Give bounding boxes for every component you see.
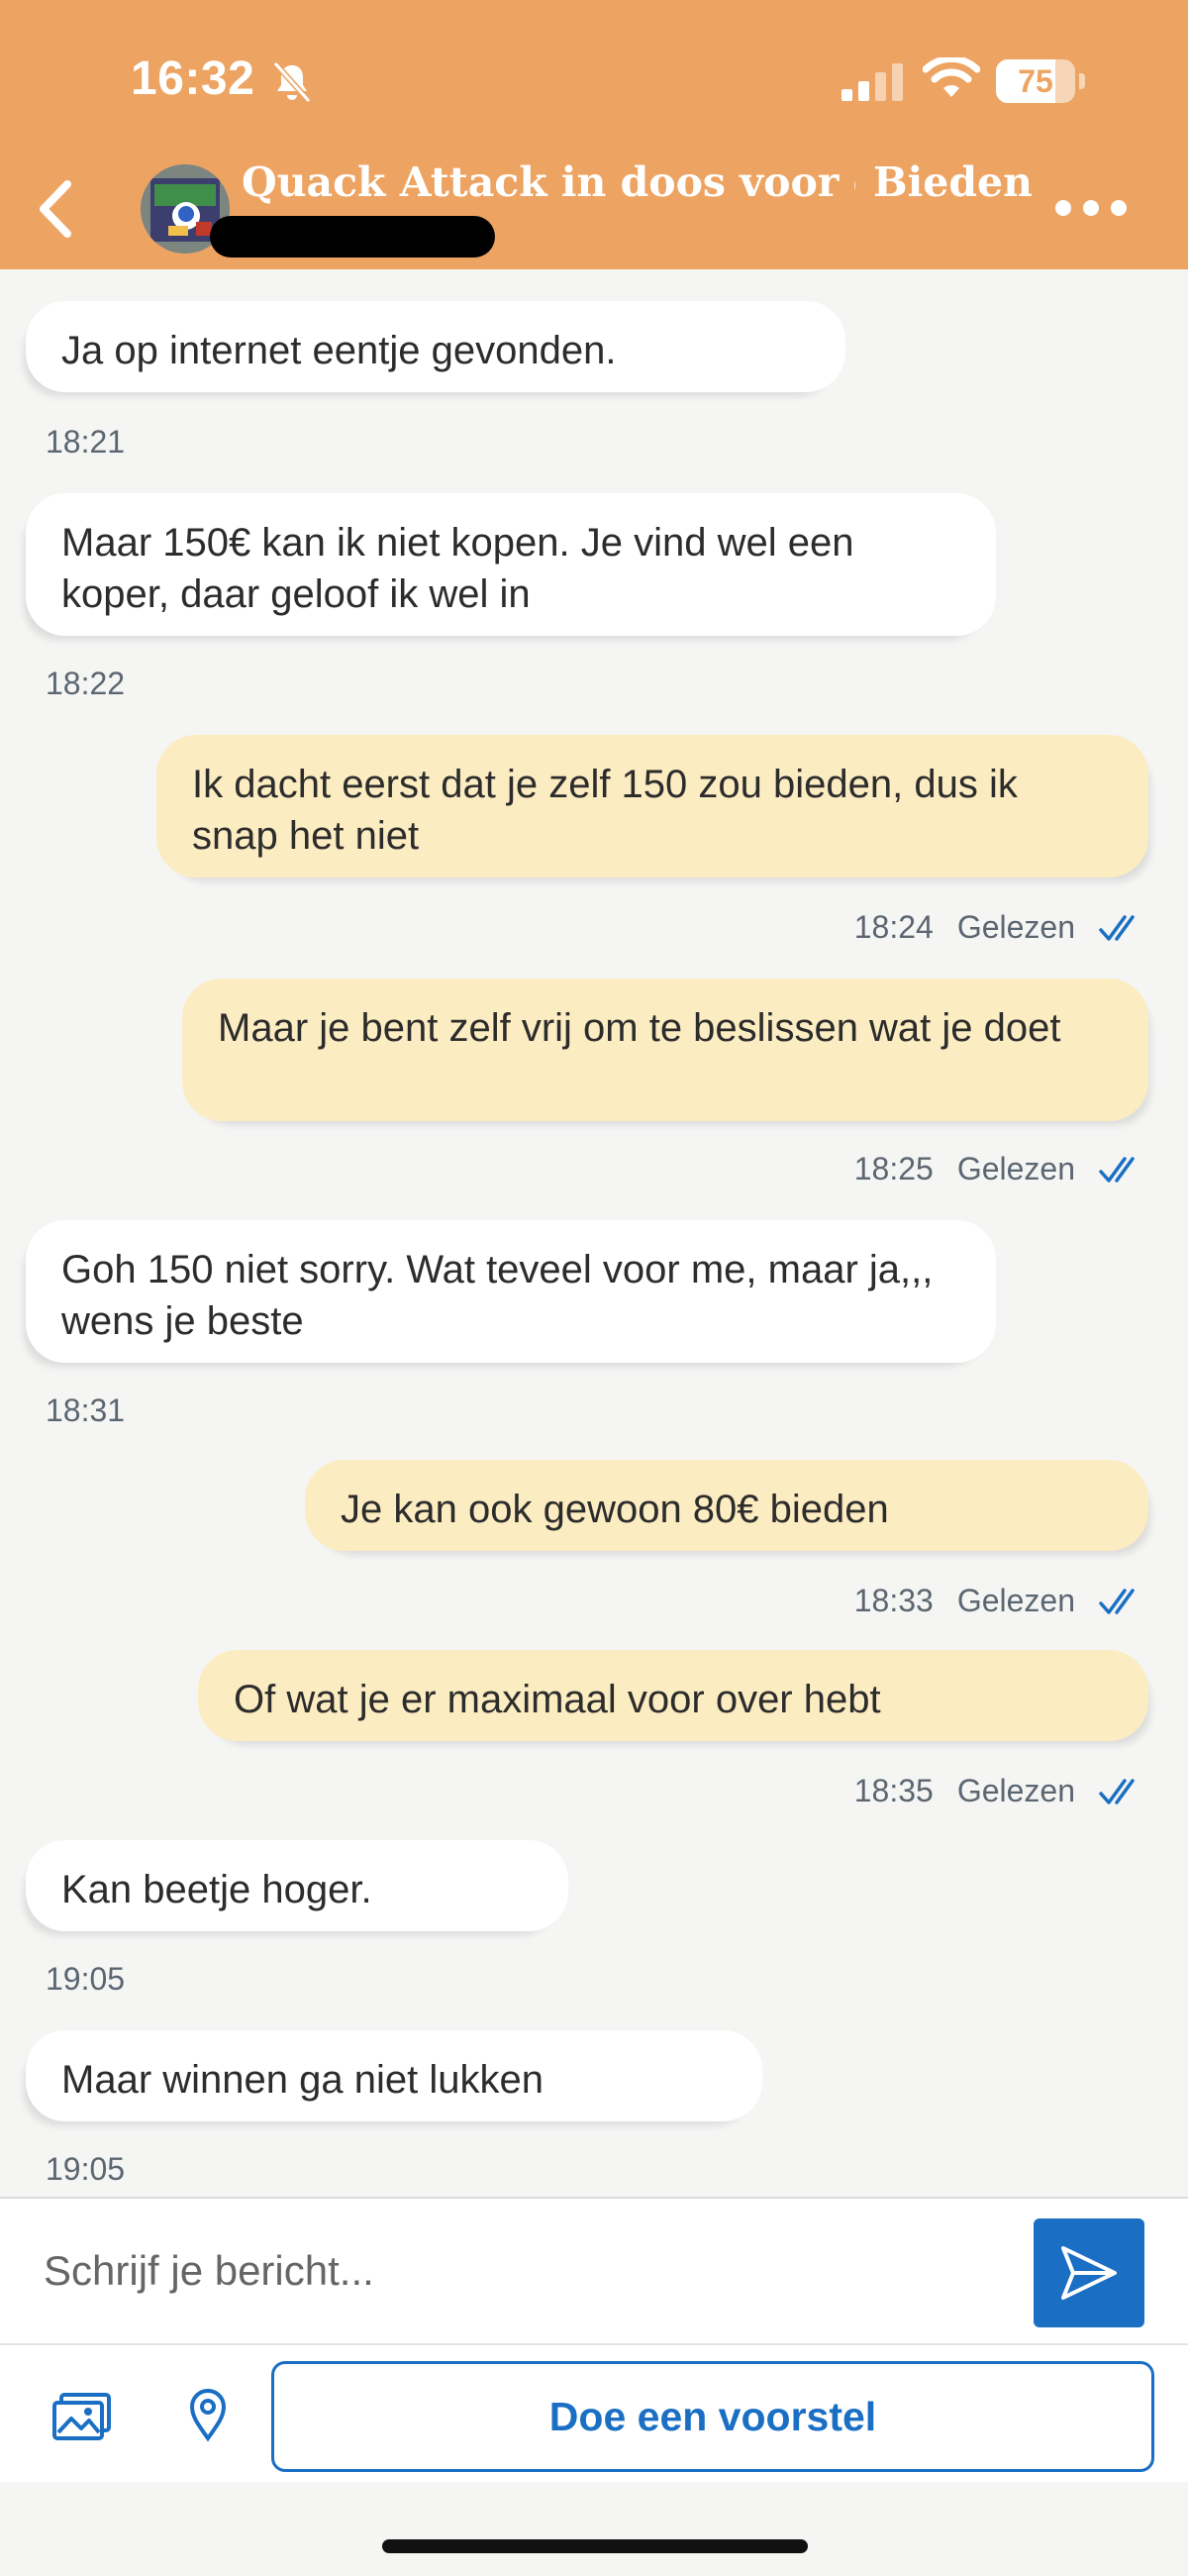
composer-actions: Doe een voorstel — [0, 2343, 1188, 2482]
wifi-icon — [923, 57, 980, 97]
message-time: 18:22 — [46, 666, 126, 701]
message-text: Je kan ook gewoon 80€ bieden — [341, 1488, 889, 1531]
double-check-icon — [1099, 1156, 1135, 1183]
battery-level: 75 — [1018, 63, 1053, 99]
outgoing-message: Maar je bent zelf vrij om te beslissen w… — [182, 979, 1148, 1121]
read-status: Gelezen — [956, 1151, 1075, 1186]
message-time: 18:35 — [853, 1773, 934, 1808]
message-meta: 18:25 Gelezen — [854, 1151, 1142, 1187]
message-text: Kan beetje hoger. — [61, 1868, 372, 1911]
message-composer — [0, 2197, 1188, 2343]
bell-slash-icon — [272, 60, 312, 104]
read-status: Gelezen — [956, 1583, 1075, 1618]
double-check-icon — [1099, 1778, 1135, 1804]
message-meta: 18:33 Gelezen — [854, 1583, 1142, 1619]
incoming-message: Maar winnen ga niet lukken — [26, 2030, 762, 2121]
bid-button[interactable]: Bieden — [873, 158, 1033, 206]
message-text: Maar winnen ga niet lukken — [61, 2058, 544, 2102]
incoming-message: Ja op internet eentje gevonden. — [26, 301, 845, 392]
home-indicator[interactable] — [382, 2539, 808, 2553]
message-text: Of wat je er maximaal voor over hebt — [234, 1678, 881, 1721]
message-meta: 18:35 Gelezen — [854, 1773, 1142, 1809]
location-pin-icon[interactable] — [188, 2387, 228, 2442]
message-time: 18:21 — [46, 424, 126, 460]
message-list[interactable]: Ja op internet eentje gevonden. 18:21 Ma… — [0, 269, 1188, 2197]
message-input[interactable] — [0, 2199, 1010, 2343]
read-status: Gelezen — [956, 1773, 1075, 1808]
battery-icon: 75 — [996, 59, 1085, 103]
cellular-signal-icon — [842, 63, 903, 101]
outgoing-message: Ik dacht eerst dat je zelf 150 zou biede… — [156, 735, 1148, 877]
double-check-icon — [1099, 1588, 1135, 1614]
home-bar-area — [0, 2482, 1188, 2576]
incoming-message: Maar 150€ kan ik niet kopen. Je vind wel… — [26, 493, 996, 636]
send-button[interactable] — [1034, 2218, 1144, 2327]
outgoing-message: Je kan ook gewoon 80€ bieden — [305, 1460, 1148, 1551]
chat-header: 16:32 75 Quack Attack in doos voor Biede… — [0, 0, 1188, 269]
message-text: Ja op internet eentje gevonden. — [61, 329, 617, 372]
make-offer-button[interactable]: Doe een voorstel — [271, 2361, 1154, 2472]
ellipsis-icon[interactable] — [1055, 194, 1127, 224]
send-icon — [1061, 2246, 1117, 2300]
listing-title[interactable]: Quack Attack in doos voor de... — [242, 158, 855, 206]
message-time: 18:33 — [853, 1583, 934, 1618]
message-meta: 18:24 Gelezen — [854, 909, 1142, 946]
message-time: 18:24 — [853, 909, 934, 945]
message-text: Maar 150€ kan ik niet kopen. Je vind wel… — [61, 521, 854, 616]
redacted-username — [210, 216, 495, 258]
incoming-message: Kan beetje hoger. — [26, 1840, 568, 1931]
message-text: Maar je bent zelf vrij om te beslissen w… — [218, 1006, 1061, 1050]
incoming-message: Goh 150 niet sorry. Wat teveel voor me, … — [26, 1220, 996, 1363]
message-time: 19:05 — [46, 1961, 126, 1997]
back-chevron-icon[interactable] — [30, 174, 83, 244]
message-time: 18:25 — [853, 1151, 934, 1186]
outgoing-message: Of wat je er maximaal voor over hebt — [198, 1650, 1148, 1741]
double-check-icon — [1099, 914, 1135, 941]
read-status: Gelezen — [956, 909, 1075, 945]
status-time: 16:32 — [131, 52, 255, 105]
message-text: Goh 150 niet sorry. Wat teveel voor me, … — [61, 1248, 934, 1343]
message-time: 19:05 — [46, 2151, 126, 2187]
message-text: Ik dacht eerst dat je zelf 150 zou biede… — [192, 763, 1018, 858]
message-time: 18:31 — [46, 1392, 126, 1428]
image-gallery-icon[interactable] — [51, 2393, 113, 2442]
